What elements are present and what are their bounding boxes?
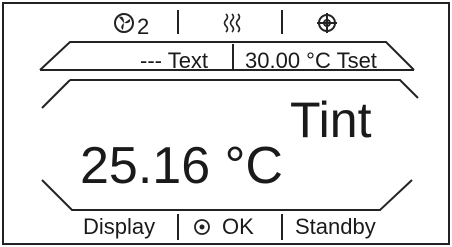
- setpoint-value: 30.00 °C Tset: [245, 48, 377, 73]
- ok-soft-key[interactable]: OK: [222, 216, 254, 238]
- display-soft-key[interactable]: Display: [83, 216, 155, 238]
- tint-label: Tint: [290, 92, 372, 148]
- temperature-value: 25.16 °C: [80, 137, 283, 195]
- target-icon: [317, 13, 337, 33]
- thermostat-screen: 2 --- Text 30.00 °C Tset Tint 25.16 °C D…: [0, 0, 452, 247]
- main-left-upper: [41, 79, 71, 109]
- fan-index: 2: [137, 14, 150, 39]
- standby-soft-key[interactable]: Standby: [295, 216, 376, 238]
- screen-outline: [2, 2, 450, 245]
- heat-waves-icon: [223, 13, 241, 33]
- fan-icon: [114, 13, 134, 33]
- status-text: --- Text: [140, 48, 209, 73]
- radio-dot-icon: [194, 219, 210, 235]
